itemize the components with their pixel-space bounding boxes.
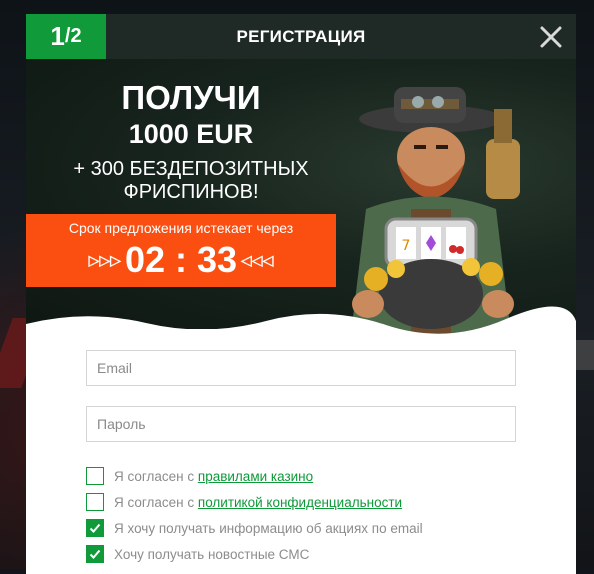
promo-freespins-line1: + 300 БЕЗДЕПОЗИТНЫХ xyxy=(73,158,309,180)
sms-news-label: Хочу получать новостные СМС xyxy=(114,546,310,562)
privacy-policy-link[interactable]: политикой конфиденциальности xyxy=(198,495,402,510)
checkmark-icon xyxy=(89,523,101,533)
agree-rules-label: Я согласен с правилами казино xyxy=(114,469,313,484)
svg-text:7: 7 xyxy=(402,238,411,254)
email-promo-checkbox[interactable] xyxy=(86,519,104,537)
promo-headline: ПОЛУЧИ xyxy=(121,79,261,116)
agree-rules-checkbox[interactable] xyxy=(86,467,104,485)
sms-news-row: Хочу получать новостные СМС xyxy=(86,544,309,564)
arrows-right-icon: ◁◁◁ xyxy=(241,251,274,268)
timer-row: ▷▷▷ 02 : 33 ◁◁◁ xyxy=(26,239,336,281)
email-promo-label: Я хочу получать информацию об акциях по … xyxy=(114,520,423,536)
timer-value: 02 : 33 xyxy=(124,239,238,280)
checkmark-icon xyxy=(89,549,101,559)
modal-title: РЕГИСТРАЦИЯ xyxy=(236,27,366,46)
arrows-left-icon: ▷▷▷ xyxy=(88,251,121,268)
promo-freespins-line2: ФРИСПИНОВ! xyxy=(123,181,259,203)
email-field[interactable] xyxy=(86,350,516,386)
modal-header: 1 /2 РЕГИСТРАЦИЯ xyxy=(26,14,576,59)
agree-rules-prefix: Я согласен с xyxy=(114,468,198,484)
email-promo-row: Я хочу получать информацию об акциях по … xyxy=(86,518,423,538)
agree-privacy-prefix: Я согласен с xyxy=(114,494,198,510)
agree-privacy-row: Я согласен с политикой конфиденциальност… xyxy=(86,492,402,512)
registration-modal: 1 /2 РЕГИСТРАЦИЯ ПОЛУЧИ 1000 EUR + 300 Б… xyxy=(26,14,576,574)
banner-wave-divider xyxy=(26,306,576,339)
backdrop-text-fragment xyxy=(576,340,594,370)
agree-privacy-checkbox[interactable] xyxy=(86,493,104,511)
sms-news-checkbox[interactable] xyxy=(86,545,104,563)
password-field[interactable] xyxy=(86,406,516,442)
offer-timer: Срок предложения истекает через ▷▷▷ 02 :… xyxy=(26,214,336,287)
agree-privacy-label: Я согласен с политикой конфиденциальност… xyxy=(114,495,402,510)
close-icon xyxy=(540,26,562,48)
casino-rules-link[interactable]: правилами казино xyxy=(198,469,313,484)
promo-banner: ПОЛУЧИ 1000 EUR + 300 БЕЗДЕПОЗИТНЫХ ФРИС… xyxy=(26,59,576,334)
close-button[interactable] xyxy=(534,20,568,54)
agree-rules-row: Я согласен с правилами казино xyxy=(86,466,313,486)
timer-label: Срок предложения истекает через xyxy=(68,220,294,236)
slot-character-illustration: 7 xyxy=(351,87,520,334)
promo-amount: 1000 EUR xyxy=(128,119,254,149)
